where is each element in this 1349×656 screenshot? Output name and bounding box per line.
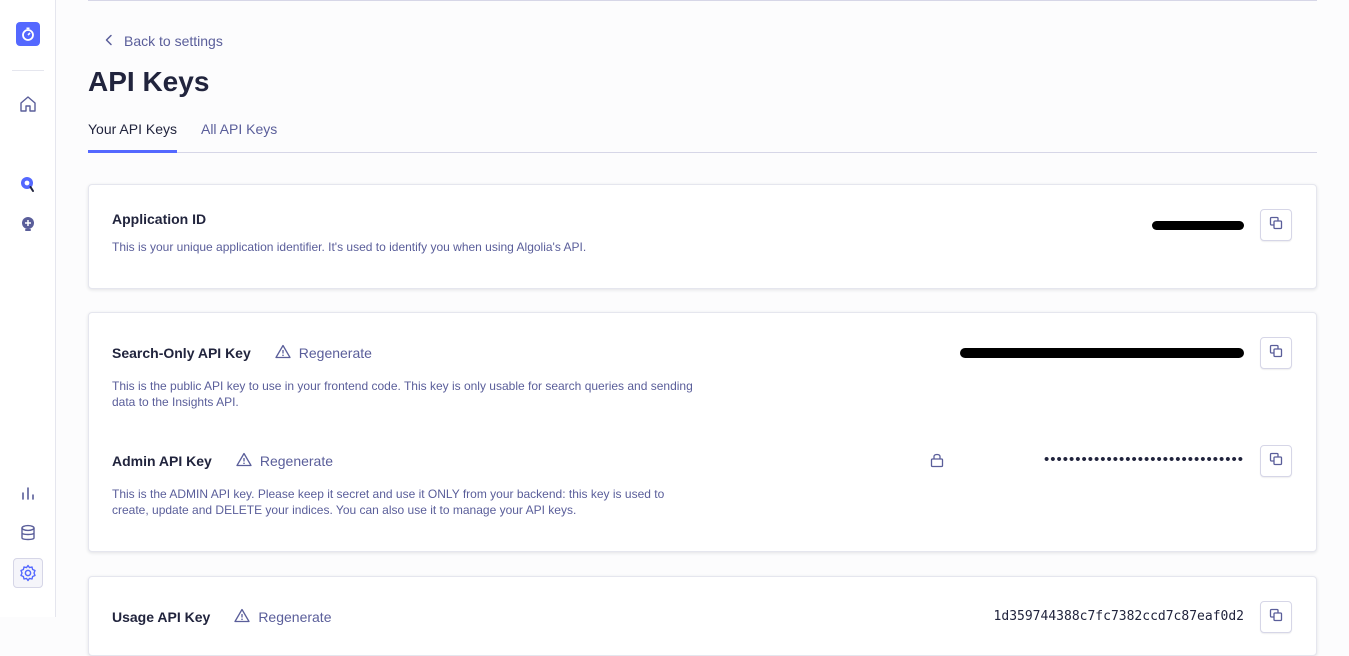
database-icon[interactable]: [14, 519, 42, 547]
warning-icon: [234, 608, 250, 626]
search-only-key-description: This is the public API key to use in you…: [112, 379, 693, 409]
search-only-key-label: Search-Only API Key: [112, 345, 251, 361]
home-icon[interactable]: [14, 90, 42, 118]
warning-icon: [236, 452, 252, 470]
bar-chart-icon[interactable]: [14, 479, 42, 507]
regenerate-label: Regenerate: [258, 609, 332, 625]
back-label: Back to settings: [124, 33, 223, 49]
copy-search-only-key-button[interactable]: [1260, 337, 1292, 369]
lock-icon[interactable]: [930, 452, 944, 473]
regenerate-admin-button[interactable]: Regenerate: [236, 452, 333, 470]
sidebar-divider: [12, 70, 44, 71]
api-keys-card: Search-Only API Key Regenerate This is t…: [88, 312, 1317, 552]
search-icon[interactable]: [14, 170, 42, 198]
copy-application-id-button[interactable]: [1260, 209, 1292, 241]
regenerate-usage-button[interactable]: Regenerate: [234, 608, 331, 626]
top-divider: [88, 0, 1317, 1]
bulb-icon[interactable]: [14, 210, 42, 238]
copy-icon: [1269, 216, 1283, 235]
logo-stopwatch-icon[interactable]: [16, 22, 40, 46]
regenerate-search-only-button[interactable]: Regenerate: [275, 344, 372, 362]
application-id-value-redacted: [1152, 221, 1244, 230]
chevron-left-icon: [104, 33, 114, 49]
admin-key-description: This is the ADMIN API key. Please keep i…: [112, 487, 665, 517]
admin-key-label: Admin API Key: [112, 453, 212, 469]
warning-icon: [275, 344, 291, 362]
search-only-key-title: Search-Only API Key Regenerate: [112, 344, 372, 362]
regenerate-label: Regenerate: [259, 453, 334, 469]
regenerate-label: Regenerate: [298, 345, 372, 361]
usage-key-label: Usage API Key: [112, 609, 211, 625]
tab-bar: Your API Keys All API Keys: [88, 112, 1317, 153]
copy-admin-key-button[interactable]: [1260, 445, 1292, 477]
application-id-card: Application ID This is your unique appli…: [88, 184, 1317, 289]
gear-icon[interactable]: [13, 558, 43, 588]
copy-usage-key-button[interactable]: [1260, 601, 1292, 633]
admin-key-title: Admin API Key Regenerate: [112, 452, 333, 470]
usage-key-card: Usage API Key Regenerate 1d359744388c7fc…: [88, 576, 1317, 656]
tab-all-api-keys[interactable]: All API Keys: [201, 112, 277, 153]
search-only-key-value-redacted: [960, 348, 1244, 358]
sidebar: [0, 0, 56, 617]
tab-your-api-keys[interactable]: Your API Keys: [88, 112, 177, 153]
admin-key-masked-value: ••••••••••••••••••••••••••••••••: [1043, 451, 1244, 468]
usage-key-title: Usage API Key Regenerate: [112, 608, 331, 626]
back-to-settings-link[interactable]: Back to settings: [104, 31, 223, 51]
application-id-title: Application ID: [112, 211, 207, 227]
copy-icon: [1269, 344, 1283, 363]
application-id-description: This is your unique application identifi…: [112, 240, 587, 254]
copy-icon: [1269, 452, 1283, 471]
page-title: API Keys: [88, 66, 210, 97]
copy-icon: [1269, 608, 1283, 627]
